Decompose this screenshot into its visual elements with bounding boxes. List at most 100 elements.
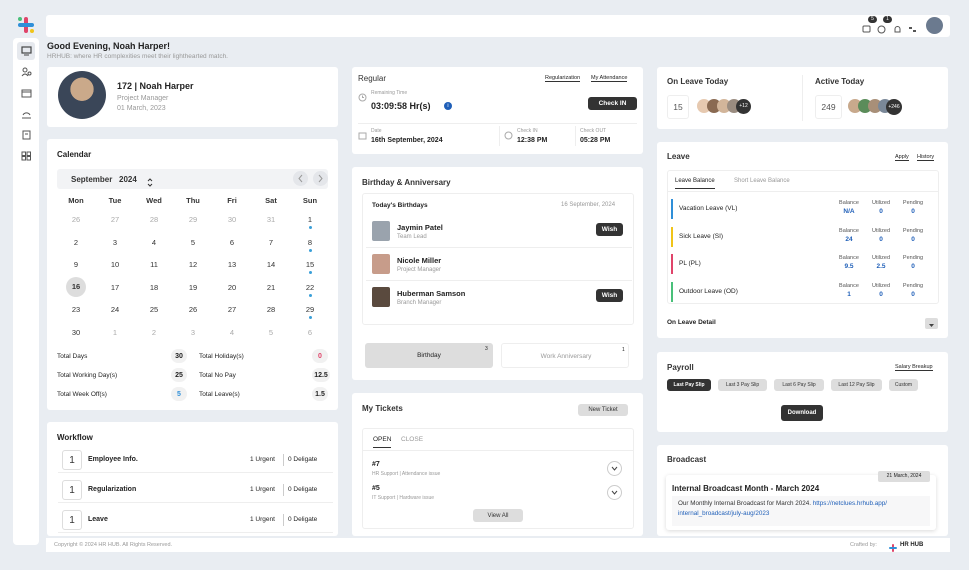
calendar-day[interactable]: 3 — [96, 238, 134, 247]
calendar-day[interactable]: 4 — [213, 328, 251, 337]
calendar-day[interactable]: 13 — [213, 260, 251, 269]
calendar-day[interactable]: 8 — [291, 238, 329, 247]
calendar-day[interactable]: 5 — [252, 328, 290, 337]
user-avatar[interactable] — [926, 17, 943, 34]
on-leave-more[interactable]: +12 — [736, 99, 751, 114]
next-month-button[interactable] — [313, 171, 328, 186]
payslip-option[interactable]: Last 12 Pay Slip — [831, 379, 882, 391]
download-button[interactable]: Download — [781, 405, 823, 421]
chevron-down-icon[interactable] — [607, 485, 622, 500]
workflow-deligate[interactable]: 0 Deligate — [288, 456, 317, 463]
dashboard-icon[interactable] — [17, 42, 35, 60]
payslip-option[interactable]: Last 3 Pay Slip — [718, 379, 767, 391]
my-attendance-link[interactable]: My Attendance — [591, 75, 628, 82]
tab-open[interactable]: OPEN — [373, 436, 392, 448]
tab-short-leave[interactable]: Short Leave Balance — [734, 178, 790, 184]
calendar-day[interactable]: 2 — [57, 238, 95, 247]
users-icon[interactable] — [17, 63, 35, 81]
ticket-item[interactable]: #5 IT Support | Hardware issue — [372, 484, 627, 506]
payslip-option[interactable]: Custom — [889, 379, 918, 391]
calendar-day[interactable]: 10 — [96, 260, 134, 269]
calendar-day[interactable]: 26 — [57, 215, 95, 224]
broadcast-item[interactable]: 21 March, 2024 Internal Broadcast Month … — [666, 471, 936, 530]
apply-link[interactable]: Apply — [895, 154, 909, 161]
settings-icon[interactable] — [908, 21, 917, 39]
history-link[interactable]: History — [917, 154, 935, 161]
calendar-day[interactable]: 18 — [135, 283, 173, 292]
payslip-option[interactable]: Last Pay Slip — [667, 379, 711, 391]
document-icon[interactable] — [17, 126, 35, 144]
calendar-day[interactable]: 17 — [96, 283, 134, 292]
tab-leave-balance[interactable]: Leave Balance — [675, 178, 715, 189]
calendar-day[interactable]: 16 — [66, 276, 86, 297]
on-leave-detail[interactable]: On Leave Detail — [667, 319, 716, 326]
anniversary-tab[interactable]: Work Anniversary 1 — [501, 343, 629, 368]
calendar-day[interactable]: 19 — [174, 283, 212, 292]
app-logo[interactable] — [16, 16, 36, 34]
calendar-day[interactable]: 30 — [213, 215, 251, 224]
calendar-day[interactable]: 12 — [174, 260, 212, 269]
workflow-deligate[interactable]: 0 Deligate — [288, 516, 317, 523]
birthday-tab[interactable]: Birthday 3 — [365, 343, 493, 368]
calendar-day[interactable]: 14 — [252, 260, 290, 269]
calendar-day[interactable]: 3 — [174, 328, 212, 337]
year-toggle-icon[interactable] — [147, 174, 153, 192]
calendar-day[interactable]: 23 — [57, 305, 95, 314]
broadcast-link-b[interactable]: internal_broadcast/july-aug/2023 — [678, 510, 769, 517]
calendar-day[interactable]: 2 — [135, 328, 173, 337]
workflow-urgent[interactable]: 1 Urgent — [250, 486, 275, 493]
calendar-day[interactable]: 4 — [135, 238, 173, 247]
wish-button[interactable]: Wish — [596, 289, 623, 302]
calendar-day[interactable]: 30 — [57, 328, 95, 337]
chevron-down-icon[interactable] — [607, 461, 622, 476]
tab-close[interactable]: CLOSE — [401, 436, 423, 443]
support-icon[interactable] — [17, 105, 35, 123]
ticket-item[interactable]: #7 HR Support | Attendance issue — [372, 460, 627, 482]
calendar-day[interactable]: 1 — [96, 328, 134, 337]
calendar-day[interactable]: 7 — [252, 238, 290, 247]
regularization-link[interactable]: Regularization — [545, 75, 581, 82]
bell-icon[interactable] — [893, 21, 902, 39]
apps-grid-icon[interactable] — [17, 147, 35, 165]
workflow-deligate[interactable]: 0 Deligate — [288, 486, 317, 493]
calendar-day[interactable]: 29 — [291, 305, 329, 314]
workflow-urgent[interactable]: 1 Urgent — [250, 516, 275, 523]
info-icon[interactable]: i — [444, 102, 452, 110]
calendar-day[interactable]: 24 — [96, 305, 134, 314]
calendar-icon[interactable] — [17, 84, 35, 102]
calendar-day[interactable]: 27 — [96, 215, 134, 224]
salary-breakup-link[interactable]: Salary Breakup — [895, 364, 933, 371]
calendar-day[interactable]: 22 — [291, 283, 329, 292]
calendar-day[interactable]: 9 — [57, 260, 95, 269]
calendar-day[interactable]: 5 — [174, 238, 212, 247]
prev-month-button[interactable] — [293, 171, 308, 186]
broadcast-link-a[interactable]: https://netclues.hrhub.app/ — [813, 500, 887, 507]
calendar-day[interactable]: 25 — [135, 305, 173, 314]
check-in-button[interactable]: Check IN — [588, 97, 637, 110]
expand-detail-icon[interactable] — [925, 318, 938, 329]
wish-button[interactable]: Wish — [596, 223, 623, 236]
calendar-day[interactable]: 6 — [213, 238, 251, 247]
calendar-year[interactable]: 2024 — [119, 175, 137, 184]
workflow-item[interactable]: 1 Leave 1 Urgent 0 Deligate — [58, 509, 333, 533]
calendar-day[interactable]: 20 — [213, 283, 251, 292]
calendar-day[interactable]: 11 — [135, 260, 173, 269]
tasks-icon[interactable] — [877, 21, 886, 39]
new-ticket-button[interactable]: New Ticket — [578, 404, 628, 416]
calendar-day[interactable]: 26 — [174, 305, 212, 314]
calendar-day[interactable]: 28 — [252, 305, 290, 314]
payslip-option[interactable]: Last 6 Pay Slip — [774, 379, 824, 391]
workflow-item[interactable]: 1 Regularization 1 Urgent 0 Deligate — [58, 479, 333, 503]
calendar-day[interactable]: 21 — [252, 283, 290, 292]
chat-icon[interactable] — [862, 21, 871, 39]
calendar-day[interactable]: 15 — [291, 260, 329, 269]
view-all-button[interactable]: View All — [473, 509, 523, 522]
calendar-day[interactable]: 6 — [291, 328, 329, 337]
active-more[interactable]: +246 — [886, 99, 902, 115]
calendar-day[interactable]: 27 — [213, 305, 251, 314]
calendar-day[interactable]: 29 — [174, 215, 212, 224]
workflow-urgent[interactable]: 1 Urgent — [250, 456, 275, 463]
workflow-item[interactable]: 1 Employee Info. 1 Urgent 0 Deligate — [58, 449, 333, 473]
calendar-month[interactable]: September — [71, 175, 112, 184]
calendar-day[interactable]: 28 — [135, 215, 173, 224]
